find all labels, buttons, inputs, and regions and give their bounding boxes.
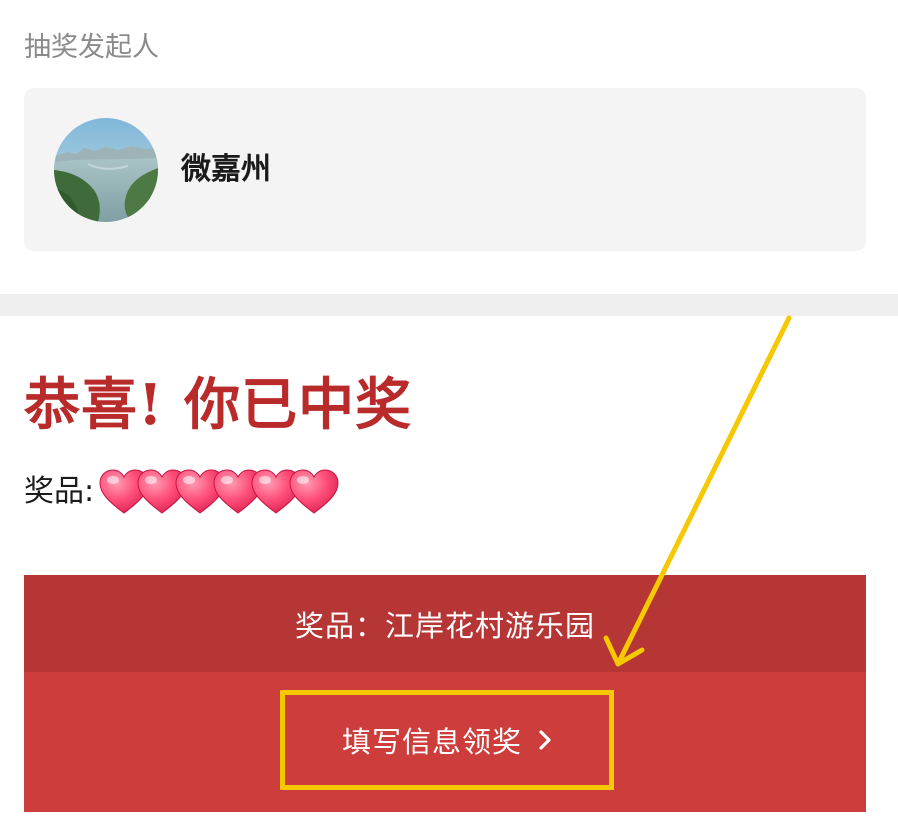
initiator-card[interactable]: 微嘉州 — [24, 88, 866, 251]
heart-icon — [289, 469, 339, 514]
initiator-section-label: 抽奖发起人 — [24, 32, 159, 63]
avatar — [54, 118, 158, 222]
prize-name: 奖品：江岸花村游乐园 — [294, 608, 595, 643]
prize-line: 奖品: — [24, 462, 340, 522]
prize-hearts — [98, 467, 340, 517]
congrats-title: 恭喜! 你已中奖 — [24, 372, 413, 438]
prize-label: 奖品: — [24, 474, 95, 509]
initiator-name: 微嘉州 — [181, 152, 271, 187]
section-divider — [0, 294, 898, 316]
claim-area: 填写信息领奖 — [24, 672, 866, 812]
landscape-river-avatar-icon — [54, 118, 158, 222]
prize-banner: 奖品：江岸花村游乐园 — [24, 575, 866, 672]
claim-prize-label: 填写信息领奖 — [341, 725, 522, 759]
claim-prize-button[interactable]: 填写信息领奖 — [280, 690, 614, 790]
lottery-result-page: 抽奖发起人 微嘉州 恭喜! 你已中奖 奖品: 奖品：江岸花村游乐园 填写信息领奖 — [0, 0, 898, 837]
chevron-right-icon — [539, 730, 551, 750]
